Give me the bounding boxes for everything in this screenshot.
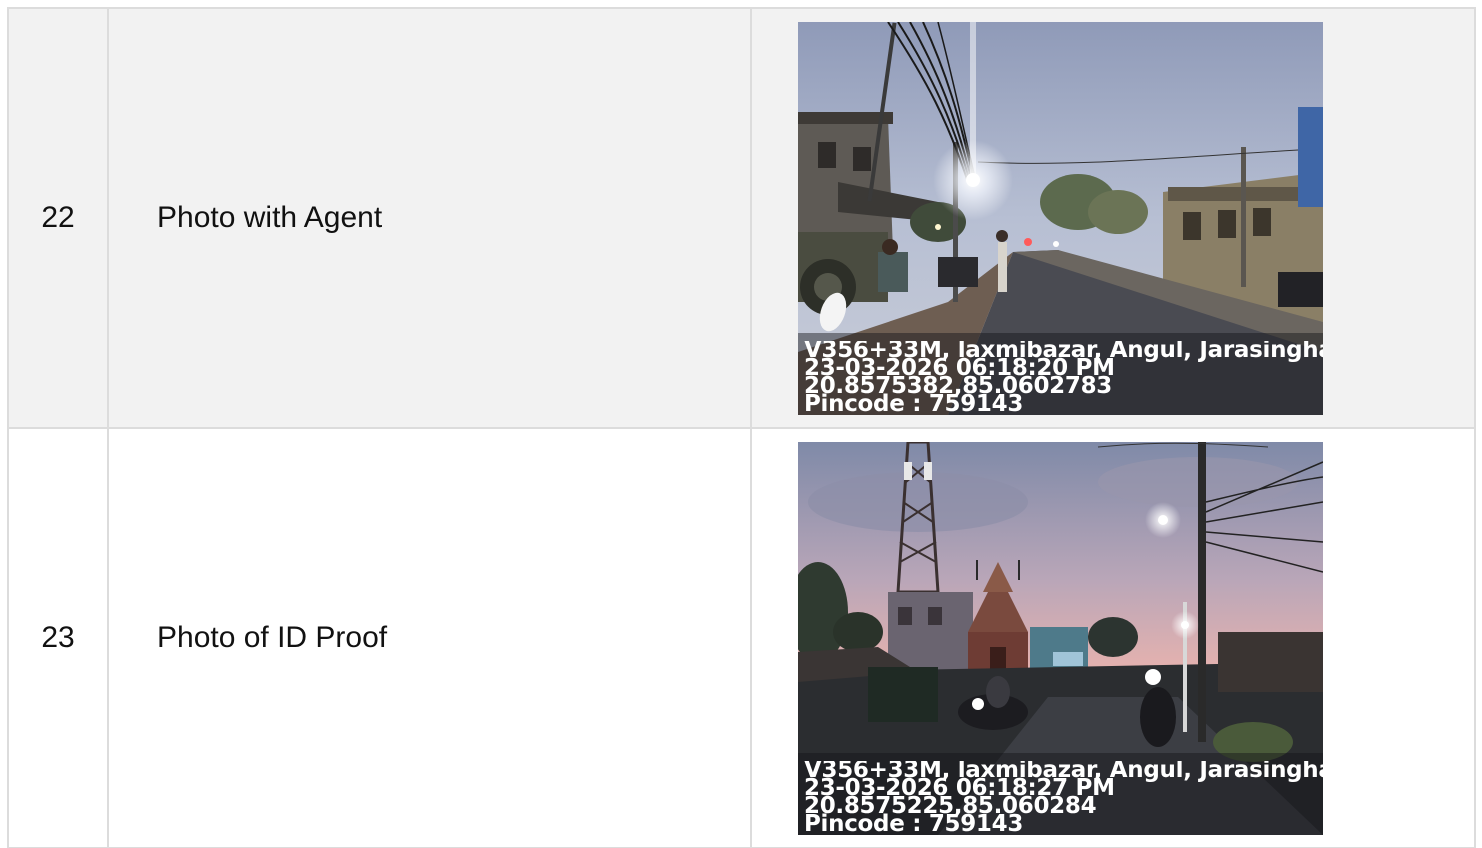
photo-cell: V356+33M, laxmibazar, Angul, Jarasingha,… xyxy=(750,427,1476,848)
row-number: 23 xyxy=(7,427,109,848)
row-label: Photo with Agent xyxy=(107,7,752,429)
geo-stamp: V356+33M, laxmibazar, Angul, Jarasingha,… xyxy=(804,341,1323,413)
row-number: 22 xyxy=(7,7,109,429)
photo-table: 22 Photo with Agent V356+33M, laxmibazar… xyxy=(7,7,1476,848)
id-proof-photo: V356+33M, laxmibazar, Angul, Jarasingha,… xyxy=(798,441,1323,835)
photo-cell: V356+33M, laxmibazar, Angul, Jarasingha,… xyxy=(750,7,1476,429)
geo-stamp: V356+33M, laxmibazar, Angul, Jarasingha,… xyxy=(804,761,1323,833)
agent-photo: V356+33M, laxmibazar, Angul, Jarasingha,… xyxy=(798,21,1323,415)
table-row: 22 Photo with Agent V356+33M, laxmibazar… xyxy=(7,7,1476,429)
row-label: Photo of ID Proof xyxy=(107,427,752,848)
document-page: 22 Photo with Agent V356+33M, laxmibazar… xyxy=(0,0,1482,848)
table-row: 23 Photo of ID Proof V356+33M, laxmibaza… xyxy=(7,427,1476,848)
